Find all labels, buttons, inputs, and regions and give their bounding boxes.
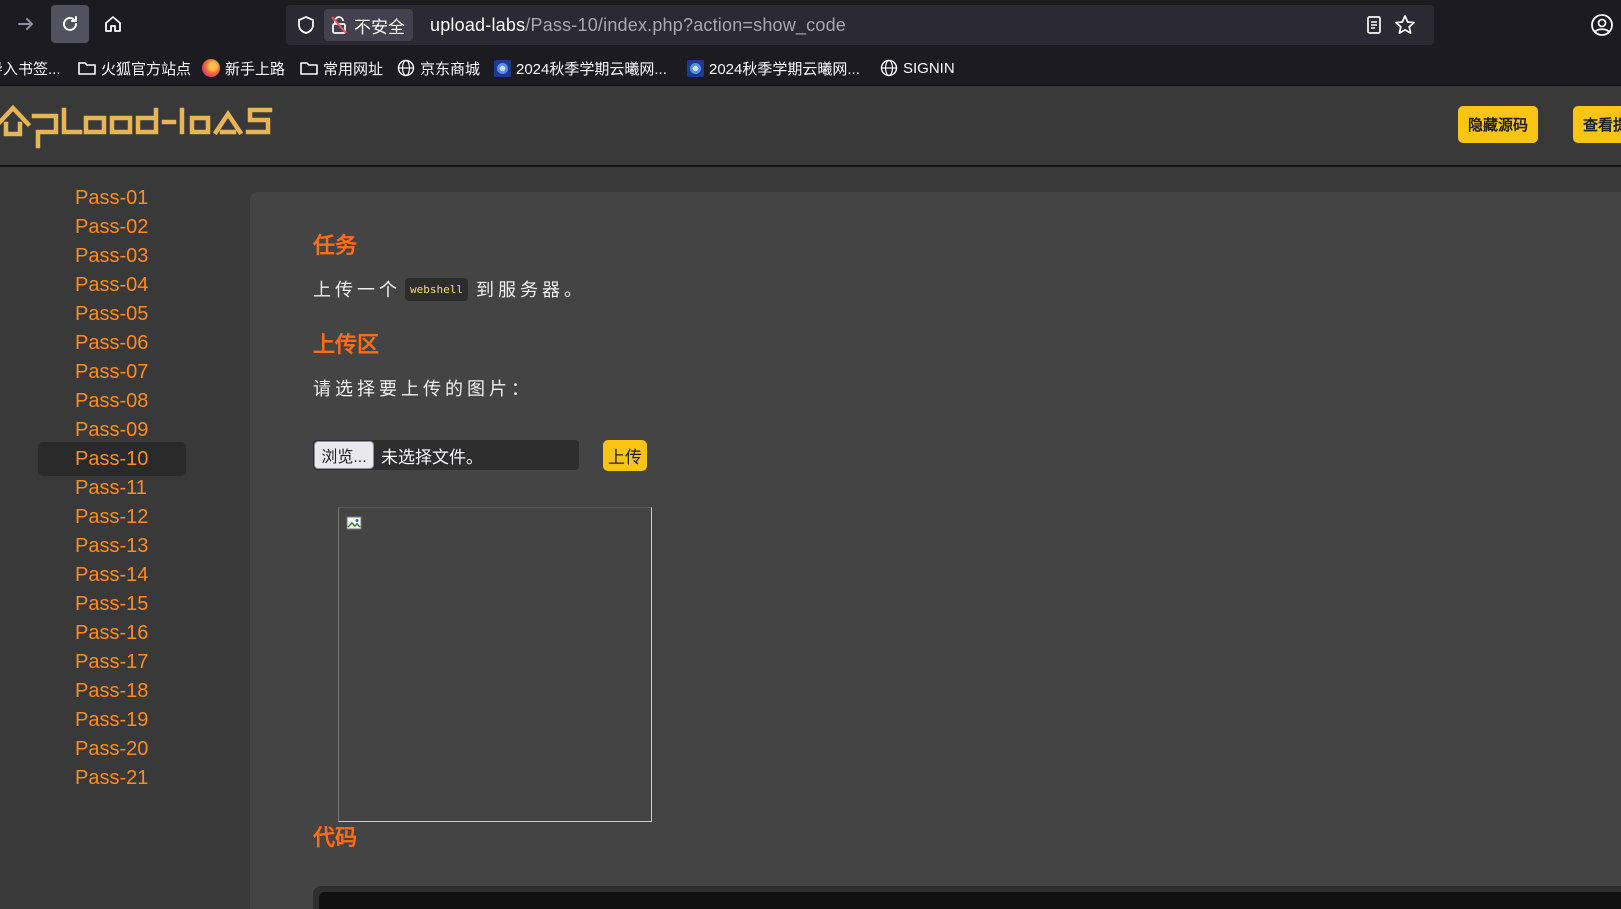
account-icon[interactable] [1590, 13, 1614, 37]
bookmark-common-sites[interactable]: 常用网址 [300, 57, 383, 79]
bookmark-label: 2024秋季学期云曦网... [709, 60, 860, 78]
broken-lock-icon [331, 16, 347, 34]
bookmark-label: 火狐官方站点 [101, 60, 192, 78]
code-heading: 代码 [313, 825, 358, 850]
forward-button[interactable] [7, 5, 45, 43]
image-preview [338, 507, 652, 822]
task-heading: 任务 [313, 233, 358, 258]
bookmark-firefox-official[interactable]: 火狐官方站点 [78, 57, 191, 79]
file-input[interactable]: 浏览... 未选择文件。 [313, 440, 579, 470]
shield-icon[interactable] [296, 15, 316, 35]
bookmark-label: 2024秋季学期云曦网... [516, 60, 667, 78]
sidebar-nav: Pass-01 Pass-02 Pass-03 Pass-04 Pass-05 … [0, 169, 250, 909]
task-text-before: 上传一个 [313, 280, 401, 300]
url-path: /Pass-10/index.php?action=show_code [525, 15, 846, 35]
bookmark-label: SIGNIN [903, 59, 955, 77]
bookmark-label: 导入书签... [0, 60, 61, 78]
bookmark-star-icon[interactable] [1394, 14, 1416, 36]
bookmark-jd[interactable]: 京东商城 [397, 57, 480, 79]
upload-heading: 上传区 [313, 332, 380, 357]
bookmark-label: 京东商城 [420, 60, 481, 78]
task-description: 上传一个 webshell 到服务器。 [313, 276, 586, 302]
task-code: webshell [405, 277, 468, 301]
firefox-icon [202, 59, 220, 77]
bookmark-label: 新手上路 [225, 60, 286, 78]
globe-icon [397, 59, 415, 77]
file-status: 未选择文件。 [381, 447, 483, 467]
page: 隐藏源码 查看提示 Pass-01 Pass-02 Pass-03 Pass-0… [0, 86, 1621, 909]
sidebar-item-pass-21[interactable]: Pass-21 [38, 761, 186, 795]
bookmark-import[interactable]: 导入书签... [0, 57, 61, 79]
site-header: 隐藏源码 查看提示 [0, 86, 1621, 167]
bookmarks-toolbar: 导入书签... 火狐官方站点 新手上路 常用网址 京东商城 2024秋季学期云曦… [0, 50, 1621, 86]
bookmark-signin[interactable]: SIGNIN [880, 57, 955, 79]
upload-labs-logo[interactable] [0, 96, 285, 151]
home-button[interactable] [94, 5, 132, 43]
bookmark-yunxi-1[interactable]: 2024秋季学期云曦网... [494, 57, 667, 79]
url-text[interactable]: upload-labs/Pass-10/index.php?action=sho… [430, 15, 846, 36]
source-code-block [313, 886, 1621, 909]
upload-button[interactable]: 上传 [603, 440, 647, 471]
globe-icon [880, 59, 898, 77]
insecure-connection-badge[interactable]: 不安全 [324, 9, 413, 41]
url-bar[interactable]: 不安全 upload-labs/Pass-10/index.php?action… [286, 5, 1434, 45]
browse-button[interactable]: 浏览... [314, 441, 374, 469]
reload-button[interactable] [51, 5, 89, 43]
main-content: 任务 上传一个 webshell 到服务器。 上传区 请选择要上传的图片： 浏览… [250, 192, 1621, 909]
browser-toolbar: 不安全 upload-labs/Pass-10/index.php?action… [0, 0, 1621, 50]
insecure-label: 不安全 [354, 17, 405, 37]
home-icon [105, 16, 121, 32]
reader-view-icon[interactable] [1364, 15, 1384, 35]
task-text-after: 到服务器。 [475, 280, 586, 300]
broken-image-icon [346, 516, 362, 530]
reload-icon [63, 16, 77, 31]
folder-icon [78, 59, 96, 77]
upload-prompt: 请选择要上传的图片： [313, 379, 533, 399]
bookmark-getting-started[interactable]: 新手上路 [202, 57, 285, 79]
url-host: upload-labs [430, 15, 526, 35]
folder-icon [300, 59, 318, 77]
view-hint-button[interactable]: 查看提示 [1573, 106, 1621, 143]
bookmark-label: 常用网址 [323, 60, 384, 78]
arrow-right-icon [18, 18, 34, 30]
site-favicon [494, 59, 511, 77]
bookmark-yunxi-2[interactable]: 2024秋季学期云曦网... [687, 57, 860, 79]
hide-source-button[interactable]: 隐藏源码 [1458, 106, 1539, 143]
site-favicon [687, 59, 704, 77]
